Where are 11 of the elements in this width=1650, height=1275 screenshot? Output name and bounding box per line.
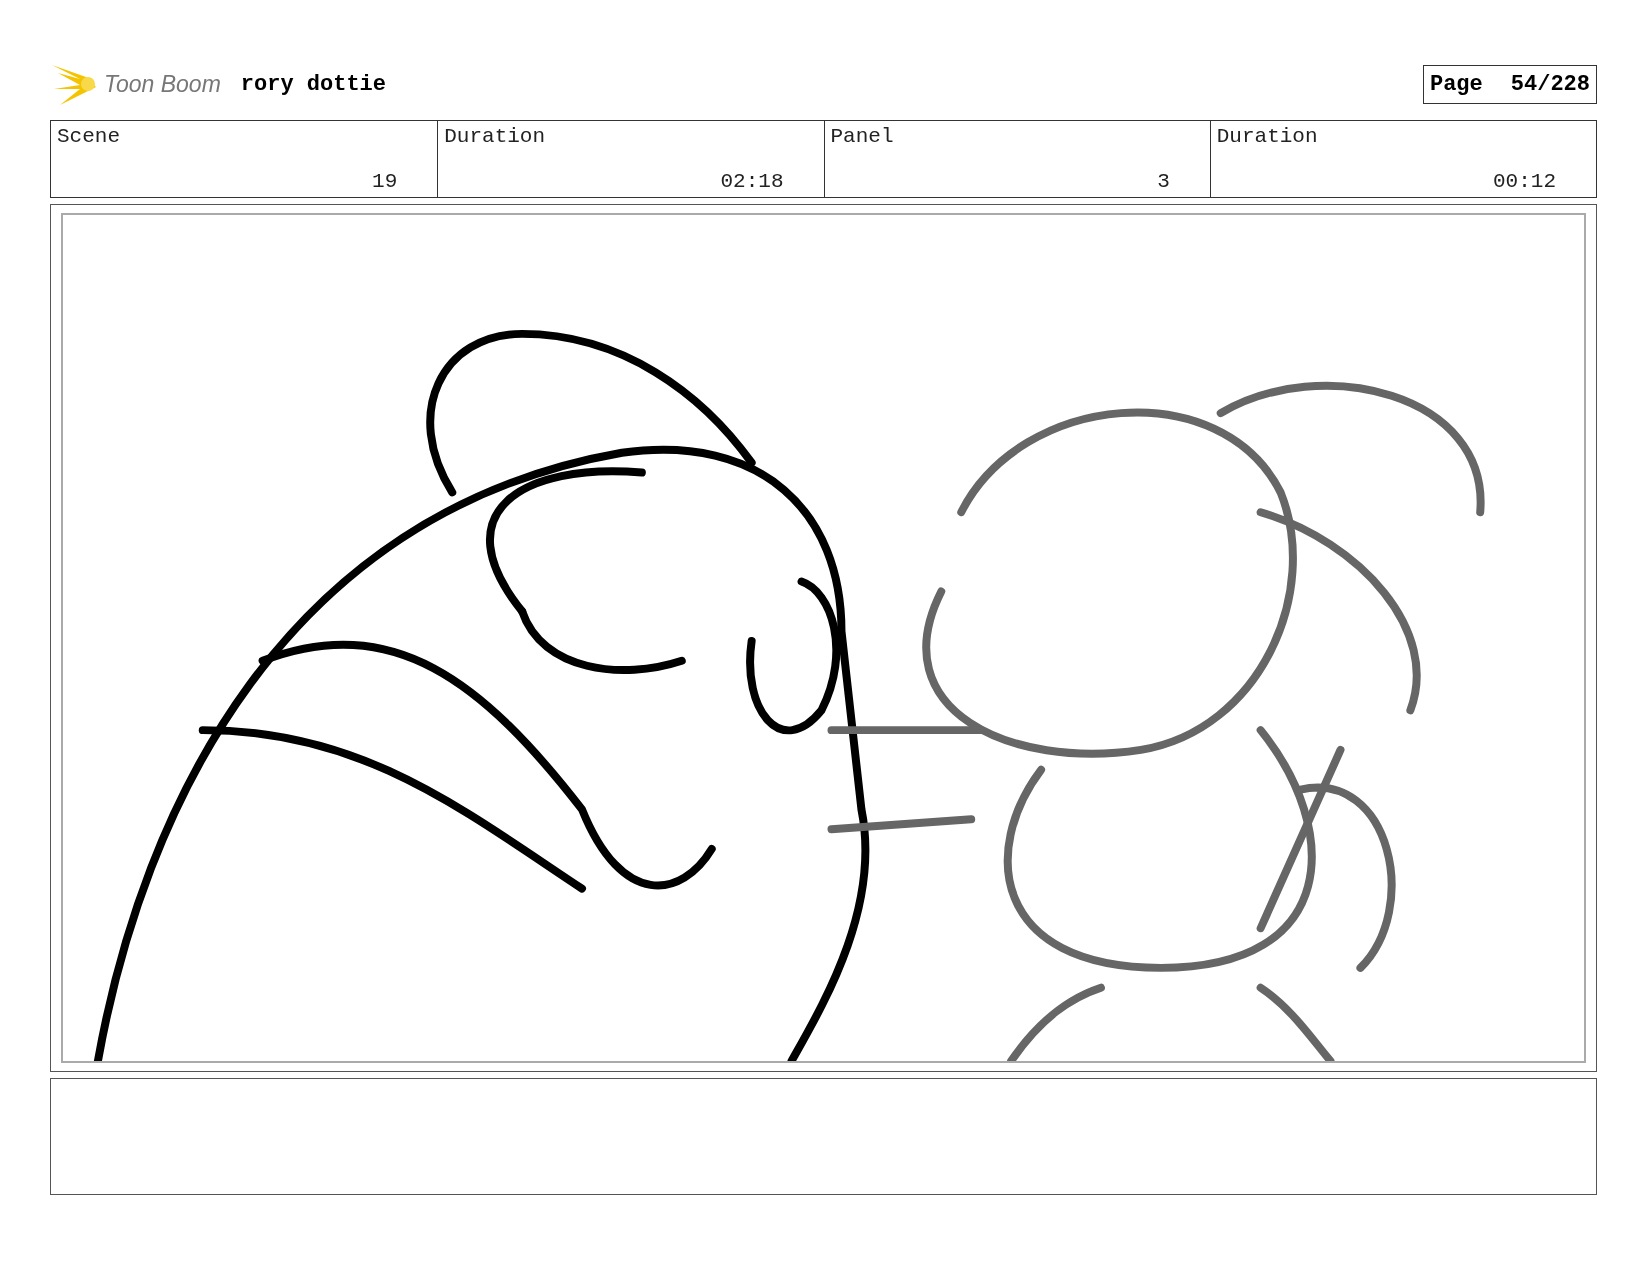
info-label: Scene	[57, 125, 121, 148]
page-counter: Page 54/228	[1422, 64, 1597, 104]
info-label: Duration	[1216, 125, 1319, 148]
info-label: Panel	[830, 125, 895, 148]
info-value: 3	[1157, 170, 1170, 193]
info-value: 02:18	[720, 170, 784, 193]
logo-text: Toon Boom	[104, 70, 221, 98]
info-label: Duration	[444, 125, 547, 148]
project-title: rory dottie	[240, 71, 387, 97]
info-value: 19	[372, 170, 398, 193]
info-value: 00:12	[1493, 170, 1556, 193]
